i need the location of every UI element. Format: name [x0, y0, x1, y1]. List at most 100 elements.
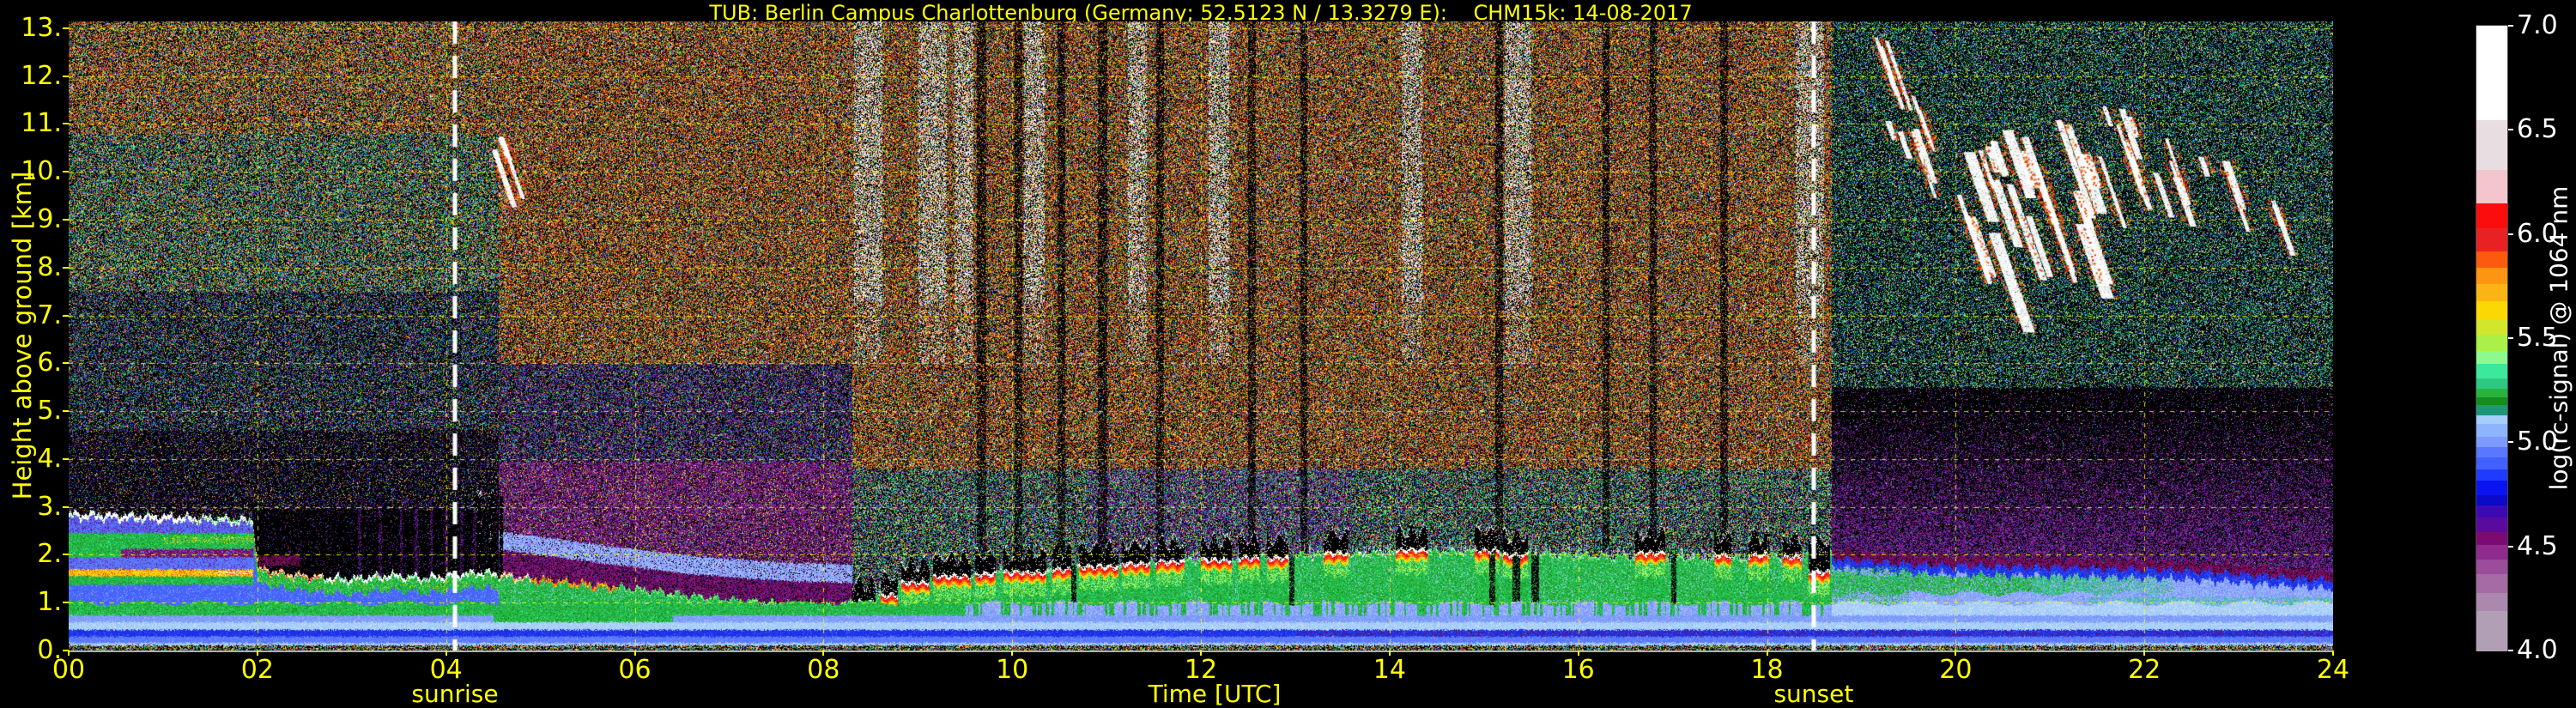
colorbar-tick-mark — [2508, 337, 2513, 339]
colorbar-segment — [2476, 119, 2507, 171]
colorbar-tick-mark — [2508, 129, 2513, 131]
colorbar-segment — [2476, 544, 2507, 560]
colorbar-segment — [2476, 26, 2507, 120]
y-tick-label: 4. — [37, 443, 62, 474]
y-tick-label: 2. — [37, 539, 62, 570]
colorbar-tick-mark — [2508, 233, 2513, 235]
colorbar-segment — [2476, 423, 2507, 437]
colorbar-tick-label: 6.5 — [2517, 114, 2558, 145]
y-tick-mark — [63, 314, 69, 317]
colorbar-tick-label: 4.5 — [2517, 530, 2558, 561]
colorbar-segment — [2476, 203, 2507, 228]
y-tick-mark — [63, 410, 69, 413]
colorbar-segment — [2476, 227, 2507, 251]
colorbar-segment — [2476, 559, 2507, 574]
colorbar-segment — [2476, 505, 2507, 518]
x-tick-mark — [1200, 651, 1202, 656]
colorbar-tick-label: 7.0 — [2517, 10, 2558, 40]
colorbar-segment — [2476, 573, 2507, 593]
x-tick-mark — [256, 651, 258, 656]
x-tick-label: 20 — [1939, 655, 1973, 685]
colorbar-segment — [2476, 469, 2507, 481]
colorbar-segment — [2476, 396, 2507, 406]
sun-annotation-sunrise: sunrise — [411, 680, 499, 708]
y-tick-label: 7. — [37, 300, 62, 330]
colorbar-segment — [2476, 169, 2507, 203]
x-tick-label: 16 — [1561, 655, 1595, 685]
colorbar-segment — [2476, 283, 2507, 301]
colorbar-segment — [2476, 494, 2507, 505]
y-tick-mark — [63, 27, 69, 29]
colorbar-segment — [2476, 436, 2507, 447]
y-tick-label: 1. — [37, 587, 62, 618]
colorbar-tick-mark — [2508, 25, 2513, 27]
x-tick-mark — [2332, 651, 2334, 656]
x-tick-mark — [822, 651, 825, 656]
x-tick-mark — [1766, 651, 1768, 656]
colorbar-tick-label: 4.0 — [2517, 635, 2558, 665]
plot-area — [69, 21, 2333, 651]
y-tick-label: 11. — [21, 108, 62, 139]
colorbar-label: log(rc-signal) @ 1064 nm — [2544, 185, 2573, 491]
x-tick-label: 02 — [240, 655, 274, 685]
y-tick-mark — [63, 602, 69, 604]
x-tick-mark — [633, 651, 636, 656]
x-tick-mark — [1955, 651, 1957, 656]
y-tick-label: 8. — [37, 251, 62, 282]
colorbar-segment — [2476, 610, 2507, 651]
colorbar — [2476, 25, 2508, 651]
y-tick-mark — [63, 218, 69, 221]
x-tick-mark — [1577, 651, 1579, 656]
y-tick-mark — [63, 171, 69, 173]
colorbar-segment — [2476, 378, 2507, 389]
colorbar-segment — [2476, 480, 2507, 495]
x-tick-label: 22 — [2128, 655, 2161, 685]
x-tick-mark — [68, 651, 70, 656]
x-tick-label: 00 — [52, 655, 86, 685]
colorbar-segment — [2476, 531, 2507, 545]
x-tick-label: 10 — [996, 655, 1029, 685]
colorbar-tick-mark — [2508, 441, 2513, 444]
colorbar-segment — [2476, 319, 2507, 335]
x-tick-mark — [2143, 651, 2146, 656]
colorbar-segment — [2476, 592, 2507, 612]
y-tick-mark — [63, 362, 69, 365]
colorbar-segment — [2476, 334, 2507, 352]
colorbar-segment — [2476, 388, 2507, 397]
colorbar-segment — [2476, 415, 2507, 425]
y-tick-label: 3. — [37, 491, 62, 522]
x-tick-mark — [445, 651, 447, 656]
colorbar-tick-mark — [2508, 650, 2513, 651]
x-tick-label: 24 — [2316, 655, 2350, 685]
x-tick-mark — [1011, 651, 1014, 656]
x-tick-label: 14 — [1373, 655, 1406, 685]
x-tick-label: 08 — [807, 655, 840, 685]
x-axis-label: Time [UTC] — [1148, 680, 1282, 708]
y-tick-label: 12. — [21, 60, 62, 91]
colorbar-segment — [2476, 251, 2507, 269]
colorbar-segment — [2476, 363, 2507, 378]
colorbar-segment — [2476, 404, 2507, 416]
y-tick-mark — [63, 457, 69, 460]
y-tick-mark — [63, 554, 69, 556]
x-tick-label: 06 — [618, 655, 652, 685]
y-tick-label: 6. — [37, 348, 62, 378]
sun-annotation-sunset: sunset — [1773, 680, 1854, 708]
y-tick-mark — [63, 75, 69, 77]
y-tick-mark — [63, 505, 69, 508]
colorbar-tick-mark — [2508, 545, 2513, 548]
colorbar-segment — [2476, 267, 2507, 285]
y-tick-label: 5. — [37, 396, 62, 427]
y-tick-label: 9. — [37, 203, 62, 234]
y-tick-label: 13. — [21, 12, 62, 43]
y-tick-label: 10. — [21, 156, 62, 187]
colorbar-segment — [2476, 517, 2507, 533]
colorbar-segment — [2476, 457, 2507, 470]
x-tick-mark — [1388, 651, 1391, 656]
colorbar-segment — [2476, 446, 2507, 457]
y-tick-mark — [63, 266, 69, 269]
y-tick-mark — [63, 123, 69, 125]
heatmap-canvas — [69, 21, 2333, 651]
colorbar-segment — [2476, 300, 2507, 320]
colorbar-segment — [2476, 350, 2507, 364]
